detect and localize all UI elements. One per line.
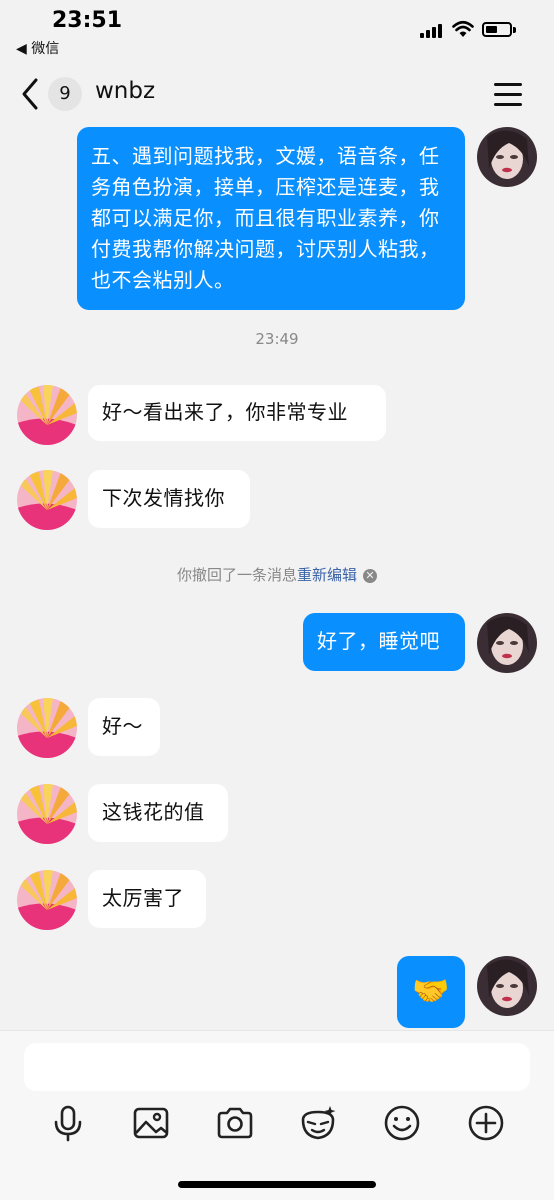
back-chevron-icon[interactable] [18, 76, 44, 112]
my-avatar[interactable] [477, 613, 537, 673]
incoming-message-bubble[interactable]: 好～ [88, 698, 160, 756]
incoming-message-bubble[interactable]: 这钱花的值 [88, 784, 228, 842]
sticker-icon[interactable] [298, 1103, 338, 1143]
status-time: 23:51 [52, 8, 123, 33]
signal-icon [420, 22, 446, 38]
message-timestamp: 23:49 [255, 330, 299, 348]
outgoing-emoji-bubble[interactable]: 🤝 [397, 956, 465, 1028]
composer-bar [0, 1030, 554, 1200]
unread-count-badge[interactable]: 9 [48, 77, 82, 111]
contact-avatar[interactable] [17, 870, 77, 930]
outgoing-message-bubble[interactable]: 五、遇到问题找我，文媛，语音条，任务角色扮演，接单，压榨还是连麦，我都可以满足你… [77, 127, 465, 310]
outgoing-message-bubble[interactable]: 好了，睡觉吧 [303, 613, 465, 671]
dismiss-icon[interactable]: ✕ [363, 569, 378, 583]
my-avatar[interactable] [477, 127, 537, 187]
message-input[interactable] [24, 1043, 530, 1091]
wifi-icon [452, 20, 474, 37]
contact-avatar[interactable] [17, 385, 77, 445]
incoming-message-bubble[interactable]: 太厉害了 [88, 870, 206, 928]
menu-icon[interactable] [494, 82, 522, 106]
contact-avatar[interactable] [17, 784, 77, 844]
microphone-icon[interactable] [48, 1103, 88, 1143]
camera-icon[interactable] [215, 1103, 255, 1143]
plus-icon[interactable] [466, 1103, 506, 1143]
incoming-message-bubble[interactable]: 下次发情找你 [88, 470, 250, 528]
incoming-message-bubble[interactable]: 好～看出来了，你非常专业 [88, 385, 386, 441]
chat-header: 9 wnbz [0, 62, 554, 126]
recall-notice: 你撤回了一条消息重新编辑 ✕ [0, 564, 554, 585]
back-to-app-link[interactable]: ◀ 微信 [16, 38, 59, 58]
recall-text: 你撤回了一条消息 [176, 566, 297, 584]
emoji-icon[interactable] [382, 1103, 422, 1143]
status-bar: 23:51 ◀ 微信 [0, 0, 554, 62]
home-indicator[interactable] [178, 1181, 376, 1188]
contact-avatar[interactable] [17, 470, 77, 530]
re-edit-link[interactable]: 重新编辑 [297, 566, 357, 584]
chat-title: wnbz [95, 78, 156, 104]
image-icon[interactable] [131, 1103, 171, 1143]
my-avatar[interactable] [477, 956, 537, 1016]
battery-icon [482, 22, 516, 37]
contact-avatar[interactable] [17, 698, 77, 758]
